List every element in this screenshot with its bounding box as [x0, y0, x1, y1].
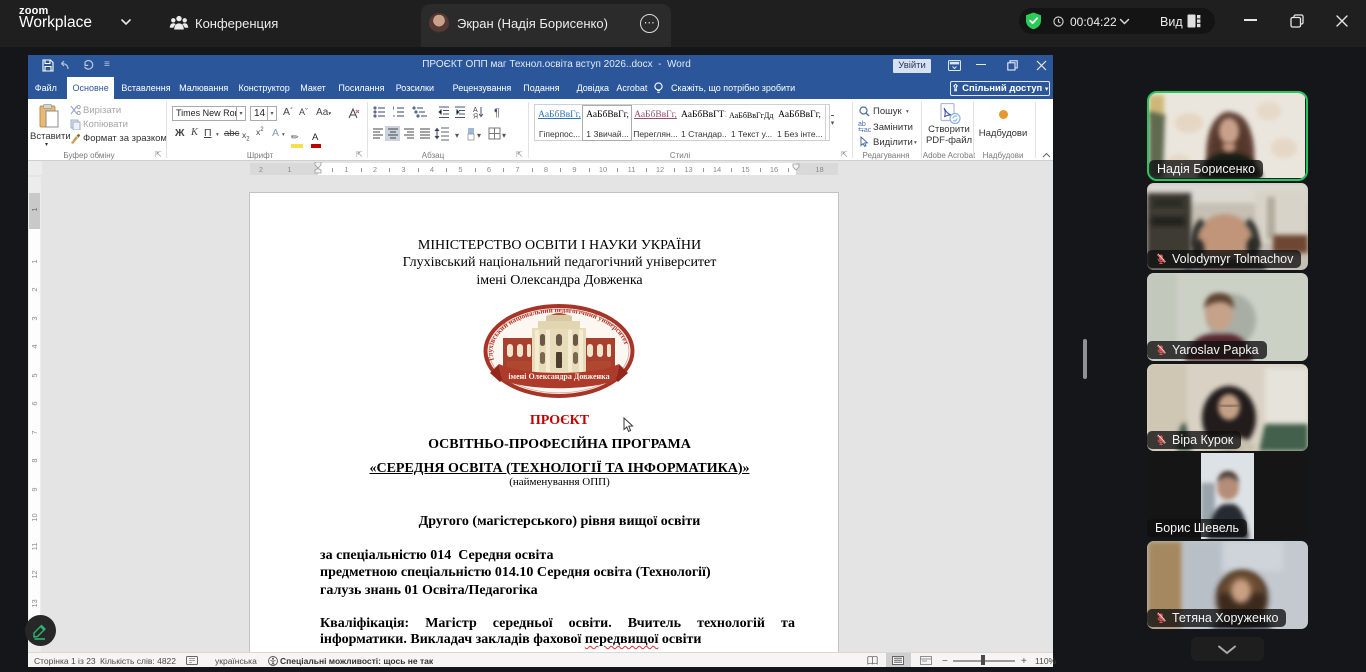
- svg-text:Я: Я: [473, 114, 478, 120]
- svg-text:імені Олександра Довженка: імені Олександра Довженка: [508, 372, 609, 381]
- svg-text:▾: ▾: [455, 131, 459, 140]
- svg-text:▾: ▾: [502, 131, 506, 140]
- svg-text:▾: ▾: [477, 131, 481, 140]
- svg-text:¶: ¶: [494, 107, 500, 119]
